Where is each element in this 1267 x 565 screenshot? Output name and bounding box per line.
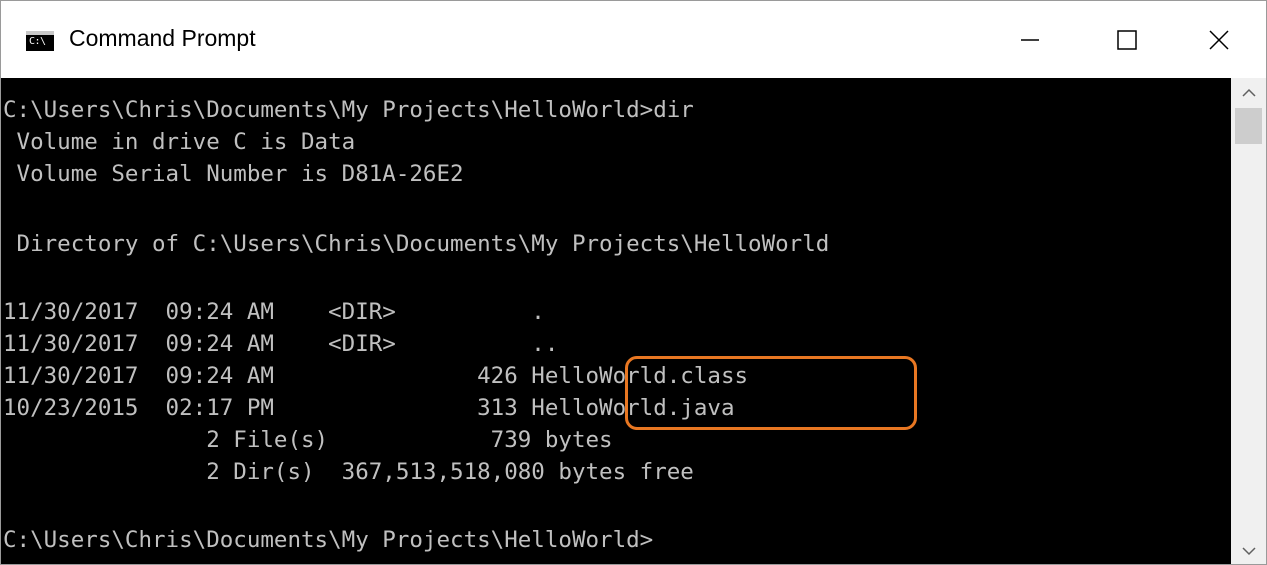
terminal-line: 2 File(s) 739 bytes [3,427,613,453]
scroll-thumb[interactable] [1235,108,1262,144]
terminal-line: 10/23/2015 02:17 PM 313 HelloWorld.java [3,395,735,421]
scroll-down-button[interactable] [1231,538,1266,564]
chevron-up-icon [1241,88,1256,97]
terminal-line: C:\Users\Chris\Documents\My Projects\Hel… [3,527,654,553]
scroll-up-button[interactable] [1231,80,1266,106]
vertical-scrollbar[interactable] [1231,78,1266,564]
terminal-line: Directory of C:\Users\Chris\Documents\My… [3,231,830,257]
window-title: Command Prompt [69,25,256,51]
chevron-down-icon [1241,547,1256,556]
terminal-line: Volume Serial Number is D81A-26E2 [3,161,464,187]
terminal-line: 11/30/2017 09:24 AM 426 HelloWorld.class [3,363,749,389]
terminal-line: 11/30/2017 09:24 AM <DIR> . [3,299,545,325]
command-prompt-window: C:\ Command Prompt C:\Users\Chris\Docume… [0,0,1267,565]
terminal-line: 11/30/2017 09:24 AM <DIR> .. [3,331,559,357]
minimize-icon [1021,38,1039,41]
title-bar[interactable]: C:\ Command Prompt [1,1,1266,78]
terminal-line: Volume in drive C is Data [3,129,356,155]
minimize-button[interactable] [984,1,1076,78]
terminal-line: C:\Users\Chris\Documents\My Projects\Hel… [3,97,694,123]
maximize-icon [1117,29,1137,50]
close-icon [1209,29,1229,50]
close-button[interactable] [1173,1,1265,78]
maximize-button[interactable] [1081,1,1173,78]
terminal-output[interactable]: C:\Users\Chris\Documents\My Projects\Hel… [1,78,1231,564]
terminal-line: 2 Dir(s) 367,513,518,080 bytes free [3,459,694,485]
cmd-icon: C:\ [26,31,54,51]
